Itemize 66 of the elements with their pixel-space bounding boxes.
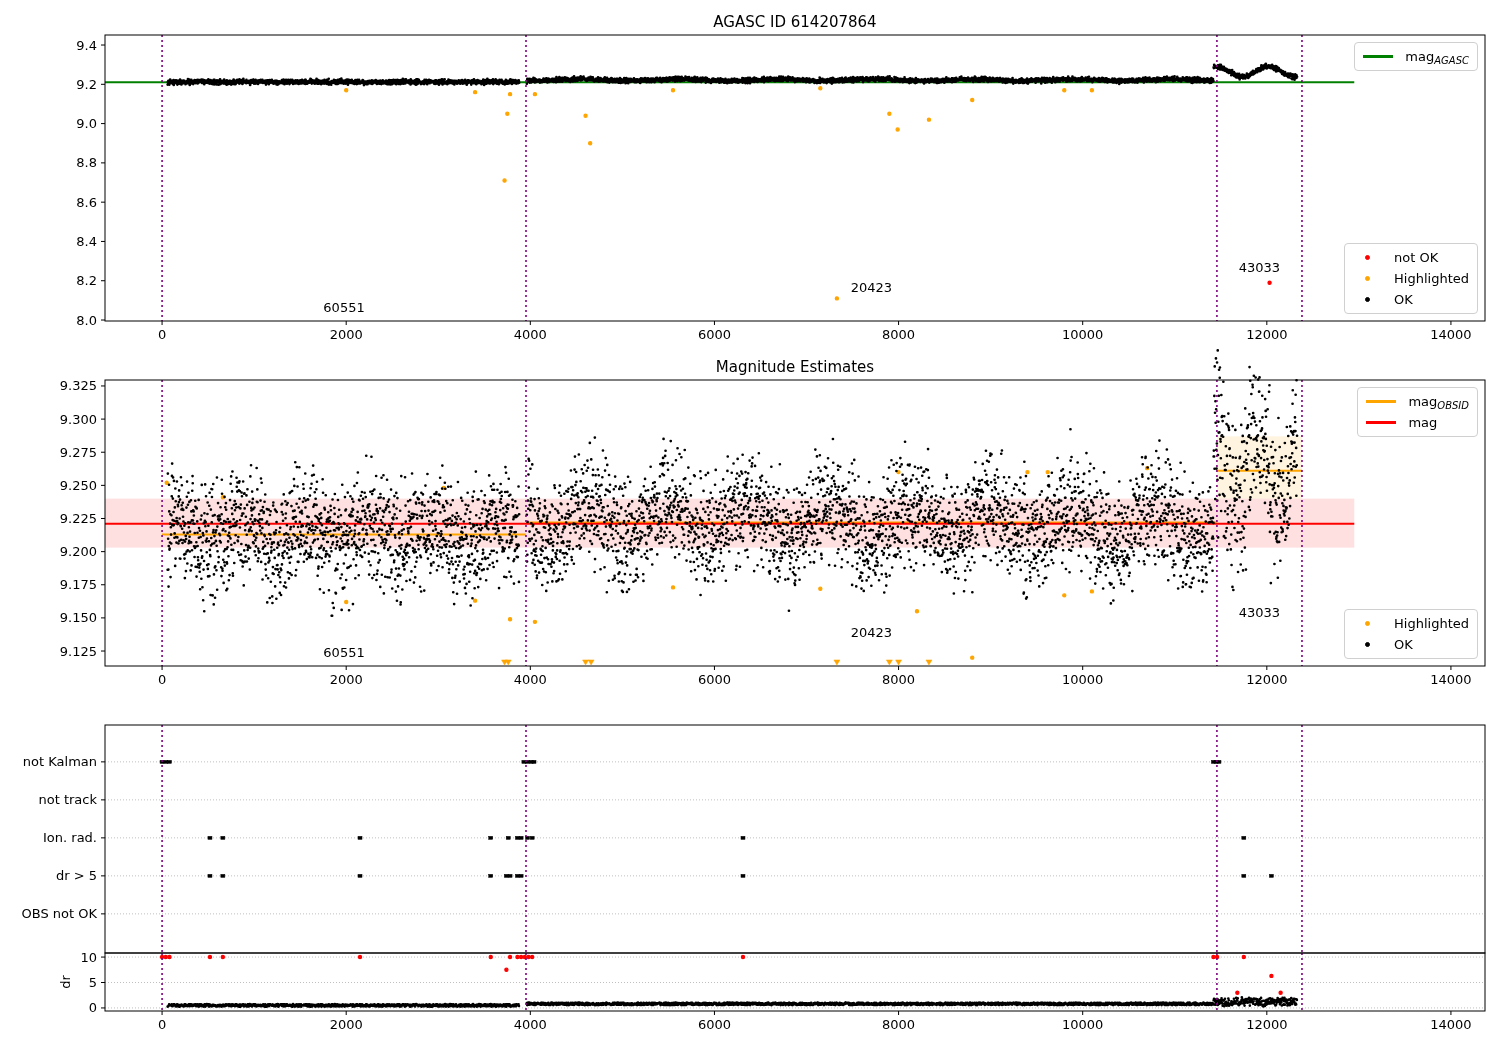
y-tick-label: 9.150 — [59, 610, 97, 626]
y-tick-label: 8.4 — [76, 233, 97, 249]
x-tick-label: 2000 — [329, 1017, 363, 1032]
obsid-label: 20423 — [850, 280, 893, 295]
legend-label: OK — [1394, 293, 1413, 306]
x-tick-label: 8000 — [882, 327, 916, 342]
x-tick-label: 10000 — [1062, 327, 1104, 342]
x-tick-label: 0 — [157, 1017, 167, 1032]
y-tick-label: 5 — [88, 975, 97, 990]
axis-title: dr — [58, 975, 73, 989]
x-tick-label: 8000 — [882, 1017, 916, 1032]
y-tick-label: not track — [38, 792, 97, 808]
x-tick-label: 14000 — [1430, 327, 1472, 342]
x-tick-label: 10000 — [1062, 672, 1104, 687]
y-tick-label: 8.6 — [76, 194, 97, 210]
x-tick-label: 4000 — [513, 327, 547, 342]
y-tick-label: 9.325 — [59, 378, 97, 394]
x-tick-label: 4000 — [513, 1017, 547, 1032]
y-tick-label: 9.125 — [59, 643, 97, 659]
y-tick-label: Ion. rad. — [43, 830, 97, 846]
x-tick-label: 6000 — [697, 672, 731, 687]
obsid-label: 60551 — [323, 300, 365, 315]
legend-label: mag$_{OBSID}$ — [1408, 395, 1469, 408]
y-tick-label: 10 — [80, 949, 97, 965]
legend-label: OK — [1394, 638, 1413, 651]
chart-title: Magnitude Estimates — [715, 358, 875, 376]
y-tick-label: 9.0 — [76, 116, 97, 132]
legend-label: Highlighted — [1394, 272, 1469, 285]
x-tick-label: 14000 — [1430, 672, 1472, 687]
y-tick-label: 0 — [88, 1000, 97, 1016]
x-tick-label: 0 — [157, 672, 167, 687]
x-tick-label: 10000 — [1062, 1017, 1104, 1032]
y-tick-label: 9.225 — [59, 511, 97, 526]
x-tick-label: 12000 — [1246, 327, 1288, 342]
x-tick-label: 6000 — [697, 1017, 731, 1032]
y-tick-label: 9.300 — [59, 411, 97, 427]
obsid-label: 43033 — [1238, 260, 1281, 275]
x-tick-label: 0 — [157, 327, 167, 342]
y-tick-label: 8.8 — [76, 155, 97, 171]
y-tick-label: 9.250 — [59, 477, 97, 493]
x-tick-label: 2000 — [329, 327, 363, 342]
y-tick-label: OBS not OK — [21, 906, 97, 922]
y-tick-label: dr > 5 — [55, 868, 97, 884]
obsid-label: 43033 — [1238, 605, 1281, 620]
y-tick-label: 8.0 — [76, 312, 97, 328]
x-tick-label: 4000 — [513, 672, 547, 687]
legend-label: Highlighted — [1394, 617, 1469, 630]
legend-label: mag — [1408, 416, 1438, 429]
x-tick-label: 12000 — [1246, 1017, 1288, 1032]
x-tick-label: 2000 — [329, 672, 363, 687]
y-tick-label: 9.2 — [76, 76, 97, 92]
y-tick-label: 8.2 — [76, 273, 97, 289]
x-tick-label: 14000 — [1430, 1017, 1472, 1032]
y-tick-label: 9.4 — [76, 37, 97, 53]
y-tick-label: not Kalman — [22, 754, 97, 770]
obsid-label: 20423 — [850, 625, 893, 640]
x-tick-label: 8000 — [882, 672, 916, 687]
y-tick-label: 9.200 — [59, 544, 97, 560]
x-tick-label: 6000 — [697, 327, 731, 342]
chart-title: AGASC ID 614207864 — [713, 13, 877, 31]
obsid-label: 60551 — [323, 645, 365, 660]
legend-label: not OK — [1394, 251, 1439, 264]
y-tick-label: 9.175 — [59, 577, 97, 593]
x-tick-label: 12000 — [1246, 672, 1288, 687]
y-tick-label: 9.275 — [59, 444, 97, 460]
legend-label: mag$_{AGASC}$ — [1405, 50, 1469, 63]
